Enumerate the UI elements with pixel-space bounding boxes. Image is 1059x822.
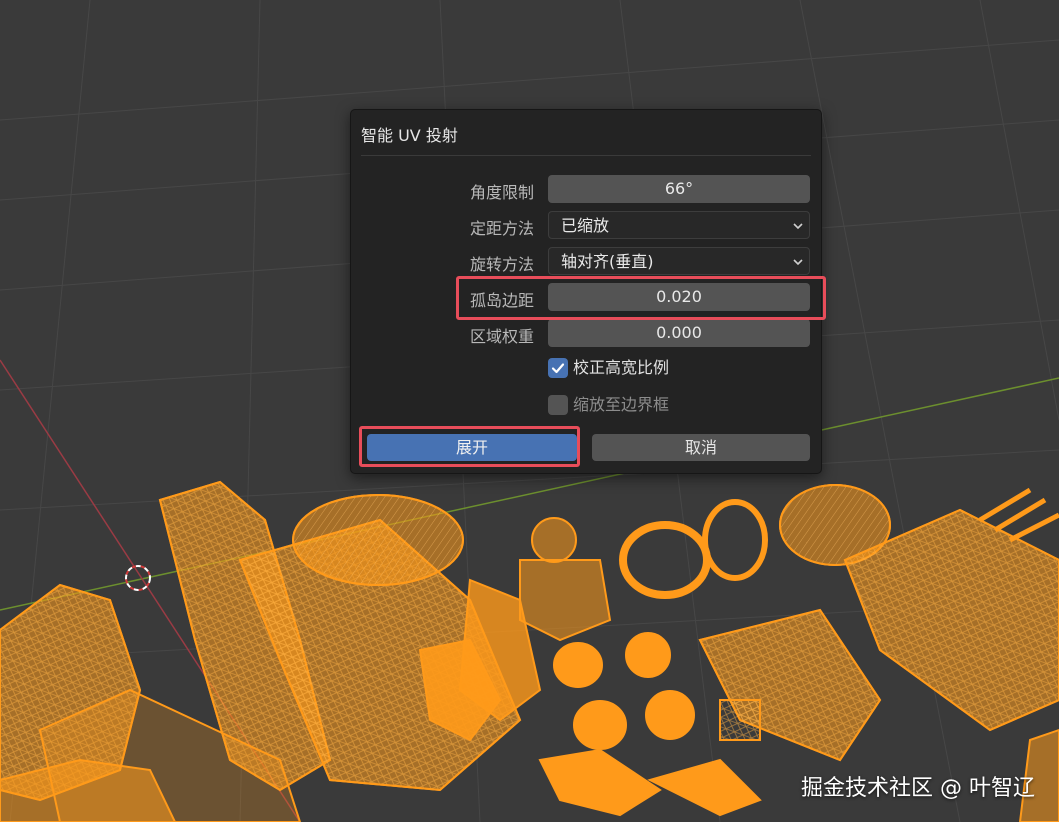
unwrap-button-highlight [359, 426, 580, 467]
angle-limit-row: 角度限制 66° [351, 175, 821, 203]
watermark: 掘金技术社区 @ 叶智辽 [801, 776, 1035, 801]
cancel-button[interactable]: 取消 [592, 434, 810, 461]
angle-limit-field[interactable]: 66° [548, 175, 810, 203]
area-weight-row: 区域权重 0.000 [351, 319, 821, 347]
margin-method-select[interactable]: 已缩放 [548, 211, 810, 239]
scale-to-bounds-checkbox[interactable] [548, 395, 568, 415]
margin-method-label: 定距方法 [469, 219, 534, 238]
rotate-method-select[interactable]: 轴对齐(垂直) [548, 247, 810, 275]
margin-method-value: 已缩放 [561, 216, 610, 235]
correct-aspect-label: 校正高宽比例 [573, 358, 670, 377]
dialog-title: 智能 UV 投射 [361, 126, 458, 145]
scale-to-bounds-label: 缩放至边界框 [573, 395, 670, 414]
checkmark-icon [551, 363, 565, 374]
island-margin-highlight [456, 276, 826, 320]
rotate-method-value: 轴对齐(垂直) [561, 252, 654, 271]
rotate-method-row: 旋转方法 轴对齐(垂直) [351, 247, 821, 275]
rotate-method-label: 旋转方法 [469, 255, 534, 274]
margin-method-row: 定距方法 已缩放 [351, 211, 821, 239]
correct-aspect-checkbox[interactable] [548, 358, 568, 378]
area-weight-label: 区域权重 [469, 327, 534, 346]
chevron-down-icon [793, 259, 803, 266]
angle-limit-label: 角度限制 [469, 183, 534, 202]
area-weight-field[interactable]: 0.000 [548, 319, 810, 347]
chevron-down-icon [793, 223, 803, 230]
title-divider [361, 155, 811, 156]
